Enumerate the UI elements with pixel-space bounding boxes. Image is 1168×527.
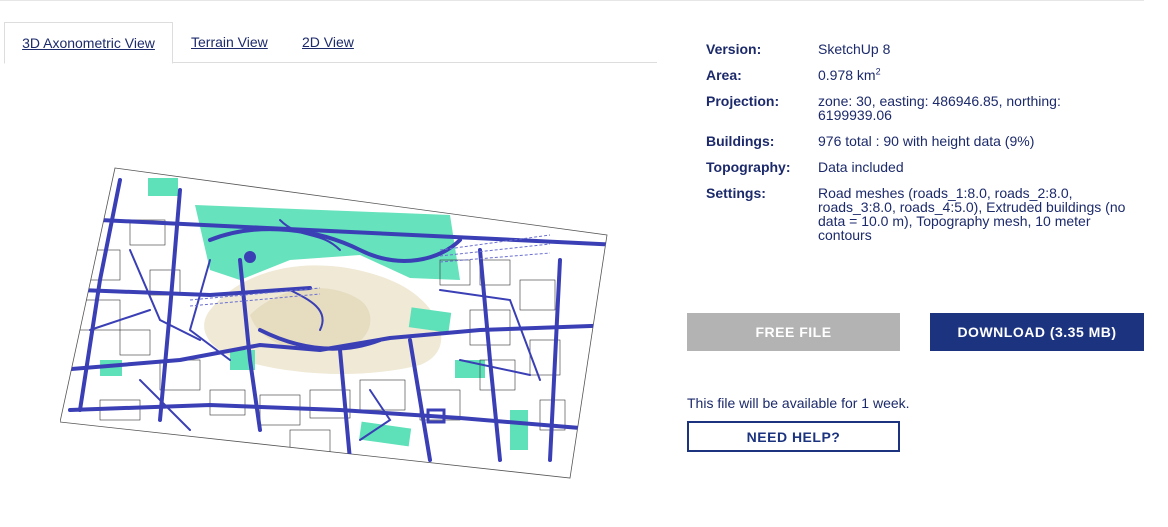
buildings-label: Buildings: (706, 133, 775, 149)
top-divider (0, 0, 1144, 1)
free-file-button[interactable]: FREE FILE (687, 313, 900, 351)
area-value: 0.978 km (818, 67, 876, 83)
version-row: Version: SketchUp 8 (706, 42, 1146, 56)
version-value: SketchUp 8 (818, 41, 891, 57)
tab-terrain-view[interactable]: Terrain View (191, 22, 268, 63)
buildings-row: Buildings: 976 total : 90 with height da… (706, 134, 1146, 148)
area-label: Area: (706, 67, 742, 83)
topography-value: Data included (818, 159, 904, 175)
view-tabs: 3D Axonometric View Terrain View 2D View (4, 22, 657, 64)
need-help-button[interactable]: NEED HELP? (687, 421, 900, 452)
version-label: Version: (706, 41, 762, 57)
settings-value: Road meshes (roads_1:8.0, roads_2:8.0, r… (818, 185, 1126, 243)
tab-3d-axonometric-view[interactable]: 3D Axonometric View (4, 22, 173, 64)
area-value-wrap: 0.978 km2 (818, 66, 1128, 83)
tab-2d-view[interactable]: 2D View (302, 22, 354, 63)
topography-row: Topography: Data included (706, 160, 1146, 174)
download-button[interactable]: DOWNLOAD (3.35 MB) (930, 313, 1144, 351)
model-info-panel: Version: SketchUp 8 Area: 0.978 km2 Proj… (706, 42, 1146, 254)
area-unit-superscript: 2 (875, 66, 881, 77)
area-row: Area: 0.978 km2 (706, 66, 1146, 83)
projection-row: Projection: zone: 30, easting: 486946.85… (706, 94, 1146, 122)
settings-label: Settings: (706, 185, 766, 201)
buildings-value: 976 total : 90 with height data (9%) (818, 133, 1035, 149)
settings-row: Settings: Road meshes (roads_1:8.0, road… (706, 186, 1146, 242)
axonometric-map-preview (59, 160, 620, 485)
availability-note: This file will be available for 1 week. (687, 395, 910, 411)
projection-label: Projection: (706, 93, 780, 109)
topography-label: Topography: (706, 159, 791, 175)
projection-value: zone: 30, easting: 486946.85, northing: … (818, 93, 1061, 123)
